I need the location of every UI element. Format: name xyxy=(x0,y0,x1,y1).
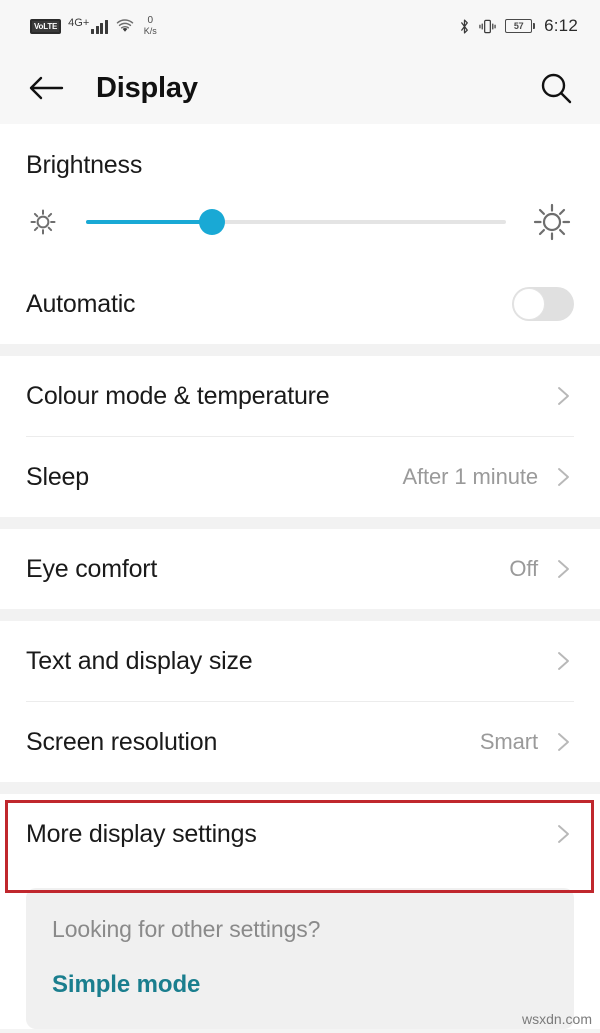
brightness-slider[interactable] xyxy=(86,207,506,237)
row-screen-resolution[interactable]: Screen resolution Smart xyxy=(26,702,574,782)
sun-high-icon xyxy=(530,200,574,244)
vibrate-icon xyxy=(479,18,496,35)
brightness-slider-row[interactable] xyxy=(26,180,574,264)
automatic-brightness-label: Automatic xyxy=(26,289,136,318)
row-label: Screen resolution xyxy=(26,727,218,756)
simple-mode-link[interactable]: Simple mode xyxy=(52,971,548,999)
automatic-brightness-row[interactable]: Automatic xyxy=(26,264,574,344)
chevron-right-icon xyxy=(552,650,574,672)
battery-percent-label: 57 xyxy=(505,19,533,33)
other-settings-card: Looking for other settings? Simple mode xyxy=(26,888,574,1029)
display-group-4: More display settings xyxy=(0,794,600,874)
automatic-brightness-toggle[interactable] xyxy=(512,287,574,321)
row-text-and-display-size[interactable]: Text and display size xyxy=(26,621,574,701)
bluetooth-icon xyxy=(459,18,470,35)
section-gap xyxy=(0,782,600,794)
chevron-right-icon xyxy=(552,558,574,580)
slider-track-fill xyxy=(86,220,212,224)
signal-bars-icon xyxy=(91,19,108,34)
brightness-section-title: Brightness xyxy=(26,151,143,179)
data-speed-value: 0 xyxy=(147,15,154,26)
volte-icon: VoLTE xyxy=(30,18,62,34)
slider-thumb[interactable] xyxy=(199,209,225,235)
row-label: More display settings xyxy=(26,819,257,848)
display-group-2: Eye comfort Off xyxy=(0,529,600,609)
brightness-group: Brightness Automatic xyxy=(0,124,600,344)
row-value: Off xyxy=(509,556,538,581)
row-label: Text and display size xyxy=(26,646,253,675)
network-type-indicator: 4G+ xyxy=(68,16,108,34)
page-title: Display xyxy=(96,71,198,104)
chevron-right-icon xyxy=(552,731,574,753)
section-gap xyxy=(0,609,600,621)
status-bar-left: VoLTE 4G+ 0 K/s xyxy=(30,16,157,36)
status-bar: VoLTE 4G+ 0 K/s 57 6:12 xyxy=(0,0,600,52)
row-label: Eye comfort xyxy=(26,554,158,583)
battery-icon: 57 xyxy=(505,19,536,33)
search-icon[interactable] xyxy=(538,70,574,106)
battery-cap xyxy=(533,23,536,29)
row-value: After 1 minute xyxy=(402,464,538,489)
row-more-display-settings[interactable]: More display settings xyxy=(26,794,574,874)
data-speed-unit: K/s xyxy=(143,26,157,36)
wifi-icon xyxy=(115,18,135,34)
back-arrow-icon[interactable] xyxy=(28,68,68,108)
row-colour-mode-temperature[interactable]: Colour mode & temperature xyxy=(26,356,574,436)
row-value: Smart xyxy=(479,729,538,754)
display-settings-screen: VoLTE 4G+ 0 K/s 57 6:12 Display Brightne… xyxy=(0,0,600,1033)
clock-label: 6:12 xyxy=(544,16,578,35)
app-bar: Display xyxy=(0,52,600,124)
section-gap xyxy=(0,344,600,356)
display-group-1: Colour mode & temperature Sleep After 1 … xyxy=(0,356,600,517)
section-gap xyxy=(0,517,600,529)
row-sleep[interactable]: Sleep After 1 minute xyxy=(26,437,574,517)
row-label: Sleep xyxy=(26,462,89,491)
other-settings-question: Looking for other settings? xyxy=(52,916,321,942)
settings-content: Brightness Automatic Colour mode & tempe… xyxy=(0,124,600,1029)
chevron-right-icon xyxy=(552,385,574,407)
watermark: wsxdn.com xyxy=(521,1011,592,1027)
status-bar-right: 57 6:12 xyxy=(459,16,578,36)
chevron-right-icon xyxy=(552,466,574,488)
network-type-label: 4G+ xyxy=(68,16,90,29)
display-group-3: Text and display size Screen resolution … xyxy=(0,621,600,782)
row-eye-comfort[interactable]: Eye comfort Off xyxy=(26,529,574,609)
chevron-right-icon xyxy=(552,823,574,845)
footer-section: Looking for other settings? Simple mode xyxy=(0,874,600,1029)
sun-low-icon xyxy=(26,205,60,239)
toggle-knob xyxy=(513,288,545,320)
row-label: Colour mode & temperature xyxy=(26,381,330,410)
data-speed-indicator: 0 K/s xyxy=(143,15,157,37)
